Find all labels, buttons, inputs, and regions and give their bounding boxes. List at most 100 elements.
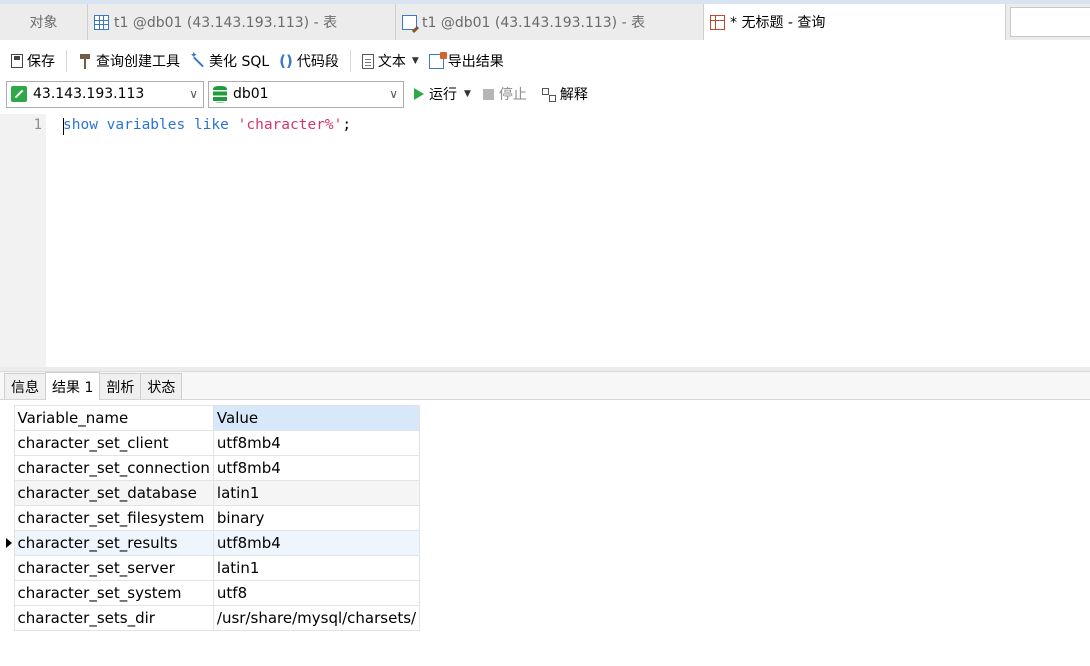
connection-icon <box>11 86 27 102</box>
save-label: 保存 <box>27 54 55 70</box>
save-button[interactable]: 保存 <box>6 48 60 74</box>
text-mode-button[interactable]: 文本 ▼ <box>357 48 424 74</box>
column-header-value[interactable]: Value <box>212 405 421 431</box>
tab-status[interactable]: 状态 <box>140 373 183 399</box>
tab-objects[interactable]: 对象 <box>0 4 88 40</box>
cell-variable-name[interactable]: character_set_system <box>13 580 214 606</box>
table-row[interactable]: character_set_database latin1 <box>0 480 421 506</box>
sql-keyword: variables <box>106 117 186 133</box>
sql-code-line[interactable]: show variables like 'character%'; <box>63 117 351 133</box>
text-mode-label: 文本 <box>377 54 406 70</box>
cell-variable-name[interactable]: character_sets_dir <box>13 605 214 631</box>
tab-table-t1[interactable]: t1 @db01 (43.143.193.113) - 表 <box>88 4 396 40</box>
toolbar-divider <box>66 50 67 72</box>
cell-variable-name[interactable]: character_set_client <box>13 430 214 456</box>
tab-table-t1-label: t1 @db01 (43.143.193.113) - 表 <box>114 15 338 31</box>
export-result-button[interactable]: 导出结果 <box>424 48 509 74</box>
tab-result-1[interactable]: 结果 1 <box>45 372 101 400</box>
document-icon <box>361 53 374 69</box>
cell-value[interactable]: /usr/share/mysql/charsets/ <box>212 605 421 631</box>
table-row[interactable]: character_set_filesystem binary <box>0 505 421 531</box>
connection-bar: 43.143.193.113 ∨ db01 ∨ 运行 ▼ 停止 解释 <box>0 79 1090 109</box>
table-row[interactable]: character_set_results utf8mb4 <box>0 530 421 556</box>
sql-editor[interactable]: 1 show variables like 'character%'; <box>0 114 1090 367</box>
parentheses-icon: () <box>279 52 293 70</box>
cell-variable-name[interactable]: character_set_server <box>13 555 214 581</box>
cell-variable-name[interactable]: character_set_connection <box>13 455 214 481</box>
cell-value[interactable]: utf8mb4 <box>212 430 421 456</box>
connection-host: 43.143.193.113 <box>33 86 145 102</box>
row-indicator[interactable] <box>0 530 14 556</box>
current-row-arrow-icon <box>6 537 12 548</box>
line-number: 1 <box>33 117 42 133</box>
tab-result-1-label: 结果 1 <box>52 379 94 396</box>
result-grid[interactable]: Variable_name Value character_set_client… <box>0 405 421 631</box>
row-indicator[interactable] <box>0 430 14 456</box>
query-builder-label: 查询创建工具 <box>96 54 180 70</box>
stop-icon <box>482 88 494 100</box>
cell-value[interactable]: utf8mb4 <box>212 530 421 556</box>
row-indicator[interactable] <box>0 555 14 581</box>
line-number-gutter: 1 <box>0 114 46 367</box>
tab-info-label: 信息 <box>11 379 39 396</box>
explain-button[interactable]: 解释 <box>541 84 588 104</box>
row-indicator-header <box>0 405 14 431</box>
database-icon <box>213 85 227 103</box>
tab-profile[interactable]: 剖析 <box>99 373 142 399</box>
grid-header-row: Variable_name Value <box>0 405 421 431</box>
table-row[interactable]: character_set_client utf8mb4 <box>0 430 421 456</box>
explain-label: 解释 <box>559 87 588 103</box>
cell-value[interactable]: latin1 <box>212 555 421 581</box>
code-snippet-label: 代码段 <box>296 54 339 70</box>
tab-search-box[interactable] <box>1010 7 1090 37</box>
tab-untitled-query[interactable]: * 无标题 - 查询 <box>704 4 1006 40</box>
query-icon <box>710 14 725 30</box>
cell-variable-name[interactable]: character_set_results <box>13 530 214 556</box>
cell-value[interactable]: utf8mb4 <box>212 455 421 481</box>
table-row[interactable]: character_set_connection utf8mb4 <box>0 455 421 481</box>
toolbar-divider <box>349 50 351 72</box>
sql-punctuation: ; <box>342 117 352 133</box>
cell-value[interactable]: utf8 <box>212 580 421 606</box>
save-icon <box>11 54 23 68</box>
row-indicator[interactable] <box>0 605 14 631</box>
code-snippet-button[interactable]: () 代码段 <box>274 48 344 74</box>
table-edit-icon <box>402 14 417 30</box>
run-button[interactable]: 运行 ▼ <box>414 84 471 104</box>
tab-untitled-query-label: * 无标题 - 查询 <box>730 15 826 31</box>
run-label: 运行 <box>429 87 457 103</box>
export-result-label: 导出结果 <box>447 54 504 70</box>
dropdown-caret-icon[interactable]: ▼ <box>412 56 419 66</box>
beautify-sql-button[interactable]: 美化 SQL <box>185 48 274 74</box>
cell-variable-name[interactable]: character_set_filesystem <box>13 505 214 531</box>
table-row[interactable]: character_set_server latin1 <box>0 555 421 581</box>
column-header-variable-name[interactable]: Variable_name <box>13 405 214 431</box>
table-row[interactable]: character_set_system utf8 <box>0 580 421 606</box>
chevron-down-icon[interactable]: ∨ <box>389 87 398 101</box>
database-name: db01 <box>233 86 269 102</box>
stop-button[interactable]: 停止 <box>482 84 527 104</box>
cell-value[interactable]: binary <box>212 505 421 531</box>
text-cursor <box>63 118 64 135</box>
explain-icon <box>541 87 556 102</box>
cell-variable-name[interactable]: character_set_database <box>13 480 214 506</box>
database-select[interactable]: db01 ∨ <box>208 80 404 108</box>
table-row[interactable]: character_sets_dir/usr/share/mysql/chars… <box>0 605 421 631</box>
chevron-down-icon[interactable]: ∨ <box>189 87 198 101</box>
row-indicator[interactable] <box>0 505 14 531</box>
dropdown-caret-icon[interactable]: ▼ <box>464 89 471 99</box>
row-indicator[interactable] <box>0 480 14 506</box>
export-icon <box>428 51 447 69</box>
connection-select[interactable]: 43.143.193.113 ∨ <box>6 80 204 108</box>
tab-info[interactable]: 信息 <box>4 373 46 399</box>
query-builder-button[interactable]: 查询创建工具 <box>73 48 185 74</box>
sql-keyword: like <box>193 117 229 133</box>
row-indicator[interactable] <box>0 455 14 481</box>
stop-label: 停止 <box>498 87 527 103</box>
table-grid-icon <box>94 14 109 30</box>
beautify-sql-label: 美化 SQL <box>209 54 270 70</box>
cell-value[interactable]: latin1 <box>212 480 421 506</box>
row-indicator[interactable] <box>0 580 14 606</box>
tab-objects-label: 对象 <box>29 15 58 31</box>
tab-table-t1-design[interactable]: t1 @db01 (43.143.193.113) - 表 <box>396 4 704 40</box>
